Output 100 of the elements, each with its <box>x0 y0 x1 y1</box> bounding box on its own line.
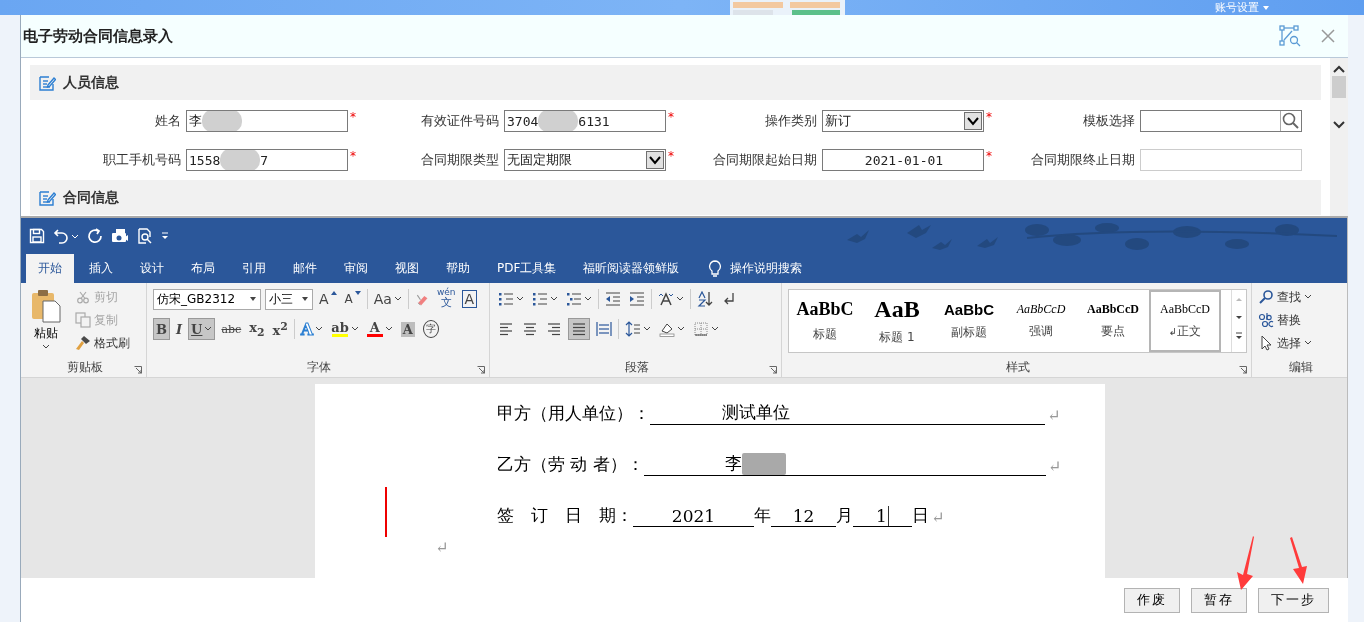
numbered-list-icon <box>532 291 548 307</box>
print-preview-icon[interactable] <box>137 228 153 244</box>
paste-button[interactable]: 粘贴 <box>27 287 65 358</box>
cursor-icon <box>1258 335 1274 351</box>
lightbulb-icon[interactable] <box>708 259 723 278</box>
style-item[interactable]: AaBbC 副标题 <box>933 290 1005 352</box>
search-icon[interactable] <box>1280 111 1301 131</box>
format-button[interactable]: x$_{2}$ <box>247 318 267 340</box>
borders-icon <box>693 321 709 337</box>
phonetic-guide-button[interactable]: wén 文 <box>434 288 458 310</box>
caret-icon <box>677 326 685 332</box>
caret-icon <box>393 296 402 302</box>
sort-icon <box>697 291 713 307</box>
fill-in-line[interactable]: 李 <box>643 451 1046 476</box>
required-mark: * <box>668 149 674 163</box>
format-button[interactable]: B <box>153 318 170 340</box>
style-item[interactable]: AaB 标题 1 <box>861 290 933 352</box>
format-button[interactable]: ab <box>329 318 361 340</box>
style-item[interactable]: AaBbCcD 强调 <box>1005 290 1077 352</box>
required-mark: * <box>986 149 992 163</box>
required-mark: * <box>350 110 356 124</box>
caret-icon <box>42 344 50 350</box>
redo-icon[interactable] <box>87 228 103 244</box>
ribbon-tab[interactable]: 福昕阅读器领鲜版 <box>571 254 692 283</box>
paragraph-mark: ↵ <box>1047 406 1061 425</box>
align-left-icon <box>498 321 514 337</box>
edit-form-icon <box>38 188 56 207</box>
paragraph-button[interactable] <box>568 318 590 340</box>
fill-in-line[interactable]: 12 <box>771 502 836 527</box>
caret-icon[interactable] <box>71 232 79 240</box>
font-name-dropdown[interactable]: 仿宋_GB2312 <box>153 288 261 310</box>
line-spacing-icon <box>625 321 641 337</box>
dialog-button[interactable]: 暂存 <box>1191 587 1247 613</box>
editing-button[interactable]: 替换 <box>1258 310 1343 330</box>
camera-icon[interactable] <box>111 228 129 244</box>
group-label: 段落 <box>624 359 649 376</box>
dialog-launcher-icon[interactable] <box>1239 366 1247 374</box>
clipboard-button[interactable]: 格式刷 <box>75 333 130 353</box>
ribbon-tab[interactable]: 审阅 <box>332 254 380 283</box>
ribbon-tab[interactable]: PDF工具集 <box>485 254 569 283</box>
ribbon-tab[interactable]: 设计 <box>128 254 176 283</box>
ribbon-tab[interactable]: 开始 <box>26 254 74 283</box>
style-item[interactable]: AaBbCcD 要点 <box>1077 290 1149 352</box>
bullet-list-icon <box>498 291 514 307</box>
dialog-button[interactable]: 下一步 <box>1258 587 1329 613</box>
zoom-region-icon[interactable] <box>1279 25 1301 47</box>
fill-in-line[interactable]: 2021 <box>633 502 754 527</box>
character-border-button[interactable]: A <box>461 290 478 308</box>
section-title: 人员信息 <box>63 73 119 92</box>
dropdown[interactable]: 新订 <box>822 110 984 132</box>
ribbon-tab[interactable]: 插入 <box>77 254 125 283</box>
dialog-launcher-icon[interactable] <box>134 366 142 374</box>
up-triangle-icon <box>330 291 337 295</box>
style-item[interactable]: AaBbCcD ↲正文 <box>1149 290 1221 352</box>
editing-button[interactable]: 选择 <box>1258 333 1343 353</box>
input-field[interactable]: 1558 7 <box>186 149 348 171</box>
style-item[interactable]: AaBbC 标题 <box>789 290 861 352</box>
caret-icon <box>711 326 719 332</box>
editing-button[interactable]: 查找 <box>1258 287 1343 307</box>
change-case-button[interactable]: Aa <box>371 288 404 310</box>
font-size-dropdown[interactable]: 小三 <box>265 288 313 310</box>
date-field[interactable]: 2021-01-01 <box>822 149 984 171</box>
format-button[interactable]: abc <box>219 318 244 340</box>
grow-font-button[interactable]: A <box>317 288 339 310</box>
undo-icon[interactable] <box>53 228 69 244</box>
clipboard-icon <box>31 289 61 323</box>
scrollbar[interactable] <box>1330 58 1348 216</box>
save-icon[interactable] <box>29 228 45 244</box>
ribbon-tab[interactable]: 引用 <box>230 254 278 283</box>
format-button[interactable]: A <box>364 318 395 340</box>
ribbon-tab[interactable]: 邮件 <box>281 254 329 283</box>
field-label: 姓名 <box>154 112 182 130</box>
ribbon-tab[interactable]: 视图 <box>383 254 431 283</box>
input-field[interactable]: 李 <box>186 110 348 132</box>
format-button[interactable]: x$^{2}$ <box>270 318 290 340</box>
customize-icon[interactable] <box>161 231 169 241</box>
dialog-button[interactable]: 作废 <box>1124 587 1180 613</box>
ribbon-tab[interactable]: 布局 <box>179 254 227 283</box>
caret-icon <box>249 296 257 302</box>
format-button[interactable]: I <box>174 318 185 340</box>
search-field[interactable] <box>1140 110 1302 132</box>
copy-icon <box>75 312 91 328</box>
required-mark: * <box>350 149 356 163</box>
input-field[interactable]: 3704 6131 <box>504 110 666 132</box>
fill-in-line[interactable]: 1 <box>853 502 912 527</box>
scrollbar-thumb[interactable] <box>1332 76 1346 98</box>
document-text: 年 <box>754 504 771 527</box>
dropdown[interactable]: 无固定期限 <box>504 149 666 171</box>
close-icon[interactable] <box>1321 29 1335 43</box>
paragraph-mark: ↵ <box>931 508 945 527</box>
ribbon-tab[interactable]: 帮助 <box>434 254 482 283</box>
arrow-annotation <box>1235 535 1255 591</box>
format-button[interactable]: U <box>188 318 216 340</box>
shrink-font-button[interactable]: A <box>342 288 363 310</box>
dialog-launcher-icon[interactable] <box>477 366 485 374</box>
dialog-launcher-icon[interactable] <box>769 366 777 374</box>
caret-icon <box>350 326 359 332</box>
fill-in-line[interactable]: 测试单位 <box>650 400 1045 425</box>
justify-icon <box>571 321 587 337</box>
tell-me-search[interactable]: 操作说明搜索 <box>730 254 803 283</box>
